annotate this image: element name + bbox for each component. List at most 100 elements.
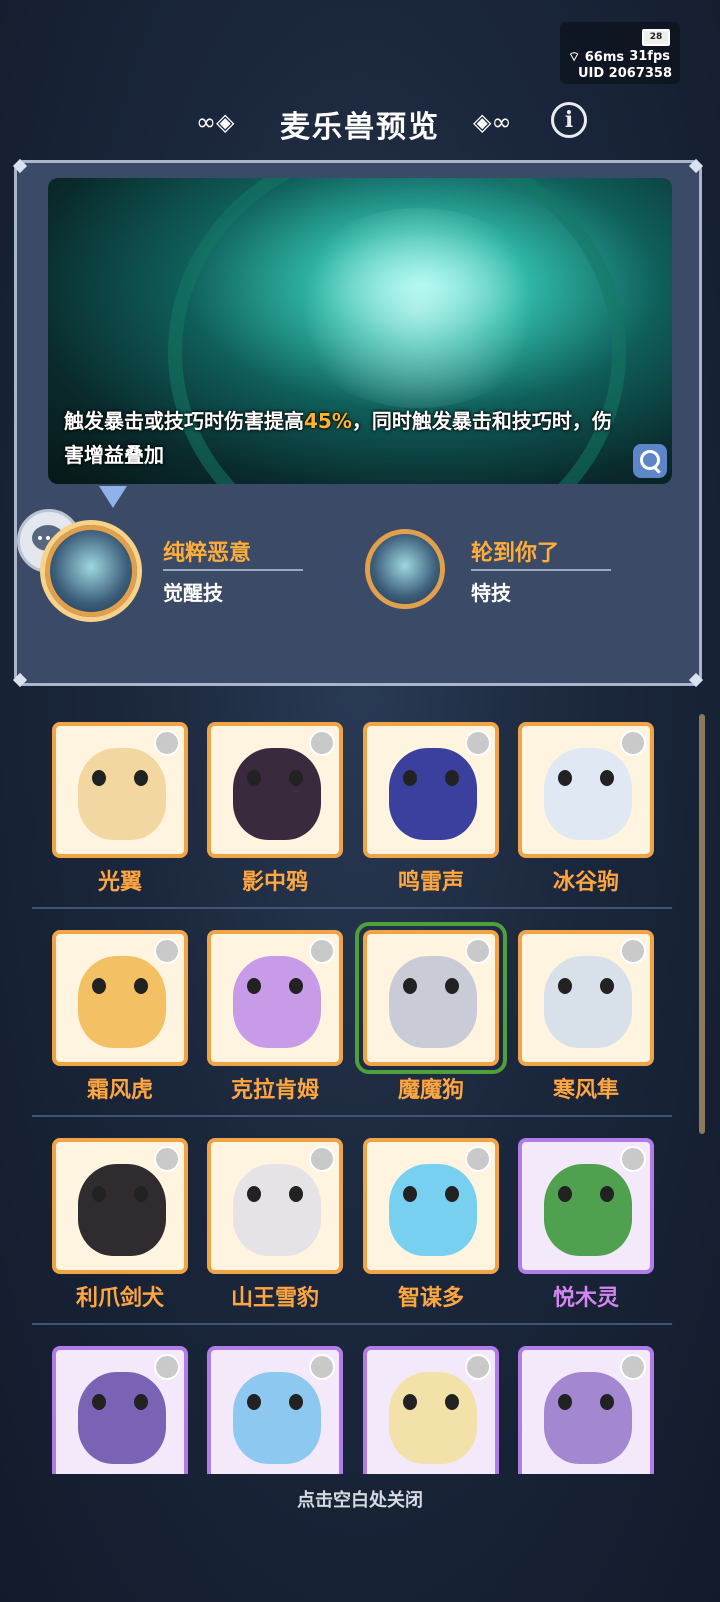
scrollbar[interactable] [699,714,705,1134]
pet-slot[interactable] [52,1346,192,1474]
pet-element-icon [465,1354,491,1380]
panel-corner-icon [12,158,28,174]
pet-slot[interactable]: 悦木灵 [518,1138,658,1318]
pet-slot[interactable]: 霜风虎 [52,930,192,1110]
pet-eye [403,1394,417,1410]
pet-slot[interactable]: 利爪剑犬 [52,1138,192,1318]
pet-element-icon [465,1146,491,1172]
skill-awakening[interactable]: 纯粹恶意 觉醒技 [45,525,305,625]
pet-element-icon [465,938,491,964]
pet-slot[interactable]: 冰谷驹 [518,722,658,902]
pet-eye [134,1186,148,1202]
pet-portrait-icon [544,1164,632,1256]
pet-slot[interactable]: 鸣雷声 [363,722,503,902]
grid-divider [32,1323,672,1325]
pet-slot[interactable] [363,1346,503,1474]
panel-corner-icon [12,672,28,688]
pet-portrait-icon [389,1164,477,1256]
info-icon[interactable]: i [551,102,587,138]
pet-slot[interactable]: 魔魔狗 [355,922,507,1110]
pet-name: 悦木灵 [552,1286,619,1311]
pet-slot[interactable]: 寒风隼 [518,930,658,1110]
close-hint[interactable]: 点击空白处关闭 [0,1486,720,1512]
zoom-in-icon[interactable] [633,444,667,478]
skill-divider [163,569,303,571]
pet-eye [247,1394,261,1410]
pet-card[interactable] [363,722,499,858]
pet-card[interactable] [518,722,654,858]
ping-readout: ⌔ 66ms [568,50,625,65]
pet-portrait-icon [389,956,477,1048]
pet-name: 克拉肯姆 [230,1078,319,1103]
pet-slot[interactable]: 克拉肯姆 [207,930,347,1110]
pet-card[interactable] [207,1346,343,1474]
pet-card[interactable] [363,1346,499,1474]
pet-portrait-icon [78,1372,166,1464]
pet-element-icon [620,1354,646,1380]
pet-eye [247,770,261,786]
pet-eye [445,770,459,786]
pet-element-icon [465,730,491,756]
pet-portrait-icon [233,1164,321,1256]
pet-card[interactable] [207,1138,343,1274]
pet-slot[interactable]: 山王雪豹 [207,1138,347,1318]
pet-eye [445,978,459,994]
battery-icon: 28 [642,29,670,46]
status-overlay: 28 ⌔ 66ms 31fps UID 2067358 [560,22,680,84]
skill-type: 觉醒技 [163,581,223,605]
pet-eye [92,1186,106,1202]
pet-card[interactable] [207,930,343,1066]
skill-name: 轮到你了 [471,541,560,566]
pet-eye [600,770,614,786]
pet-name: 霜风虎 [86,1078,153,1103]
pet-eye [134,978,148,994]
pet-eye [92,1394,106,1410]
selected-skill-pointer-icon [99,486,127,508]
pet-slot[interactable]: 光翼 [52,722,192,902]
grid-divider [32,1115,672,1117]
pet-eye [558,1186,572,1202]
pet-card[interactable] [52,1138,188,1274]
pet-element-icon [620,938,646,964]
skill-special[interactable]: 轮到你了 特技 [365,525,625,625]
pet-slot[interactable] [207,1346,347,1474]
skill-divider [471,569,611,571]
pet-portrait-icon [233,748,321,840]
pet-element-icon [154,1146,180,1172]
pet-card[interactable] [52,1346,188,1474]
pet-eye [445,1394,459,1410]
pet-slot[interactable] [518,1346,658,1474]
pet-card[interactable] [518,1138,654,1274]
pet-name: 鸣雷声 [397,870,464,895]
pet-portrait-icon [78,748,166,840]
pet-card[interactable] [52,930,188,1066]
pet-portrait-icon [233,1372,321,1464]
pet-element-icon [309,1354,335,1380]
pet-eye [558,978,572,994]
skill-preview-video[interactable]: 触发暴击或技巧时伤害提高45%，同时触发暴击和技巧时，伤害增益叠加 [48,178,672,484]
pet-slot[interactable]: 智谋多 [363,1138,503,1318]
pet-card[interactable] [518,1346,654,1474]
pet-eye [289,978,303,994]
pet-eye [247,978,261,994]
pet-eye [92,770,106,786]
pet-card[interactable] [52,722,188,858]
pet-eye [600,978,614,994]
pet-card[interactable] [518,930,654,1066]
uid-readout: UID 2067358 [577,66,672,81]
pet-eye [403,978,417,994]
pet-slot[interactable]: 影中鸦 [207,722,347,902]
pet-element-icon [309,1146,335,1172]
skill-description-value: 45% [304,409,352,433]
pet-eye [558,1394,572,1410]
pet-card[interactable] [363,1138,499,1274]
pet-card[interactable] [363,930,499,1066]
pet-eye [600,1394,614,1410]
pet-card[interactable] [207,722,343,858]
pet-portrait-icon [544,956,632,1048]
pet-eye [289,1186,303,1202]
panel-corner-icon [688,158,704,174]
pet-portrait-icon [389,748,477,840]
pet-element-icon [154,730,180,756]
pet-name: 山王雪豹 [230,1286,319,1311]
